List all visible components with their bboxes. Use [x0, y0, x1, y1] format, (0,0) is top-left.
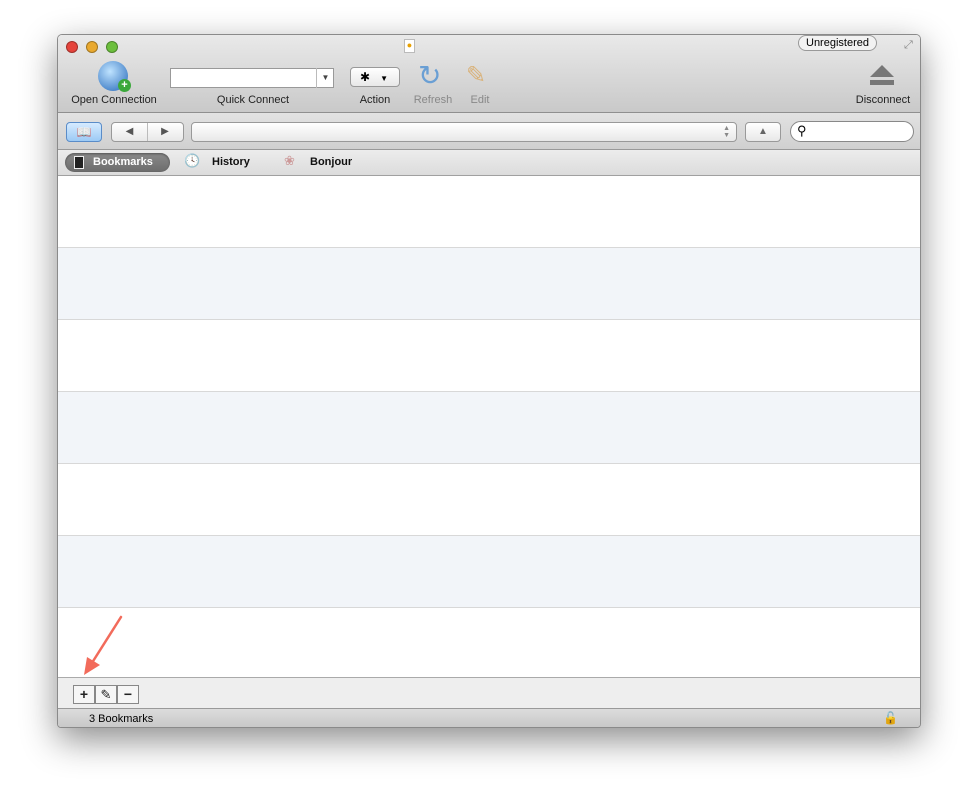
chevron-down-icon[interactable]: ▼	[316, 68, 334, 88]
action-button[interactable]: ✱ ▼	[350, 67, 400, 87]
zoom-button[interactable]	[106, 41, 118, 53]
toolbar: ● Unregistered ⤢ + Open Connection ▼ Qui…	[58, 35, 920, 113]
bookmark-icon	[74, 156, 84, 169]
document-duck-icon: ●	[404, 39, 415, 53]
unregistered-badge[interactable]: Unregistered	[798, 35, 877, 51]
bookmark-row[interactable]	[58, 320, 920, 392]
book-icon: 📖	[76, 125, 92, 139]
status-bar: 3 Bookmarks 🔓	[58, 709, 920, 727]
bookmark-row[interactable]	[58, 176, 920, 248]
bookmarks-toggle-button[interactable]: 📖	[66, 122, 102, 142]
edit-label[interactable]: Edit	[460, 94, 500, 106]
clock-icon[interactable]: 🕓	[184, 153, 200, 169]
history-navigation: ◀ ▶	[111, 122, 184, 142]
empty-row	[58, 392, 920, 464]
tab-bookmarks[interactable]: Bookmarks	[65, 153, 170, 172]
add-bookmark-button[interactable]: +	[73, 685, 95, 704]
bonjour-icon[interactable]: ❀	[284, 153, 295, 169]
fullscreen-icon[interactable]: ⤢	[904, 39, 913, 52]
pencil-icon: ✎	[100, 687, 112, 702]
navigation-bar: 📖 ◀ ▶ ▲ ▼ ▲ ⚲	[58, 113, 920, 150]
annotation-arrow	[84, 615, 123, 675]
tab-bonjour[interactable]: Bonjour	[310, 156, 352, 168]
pencil-icon[interactable]: ✎	[466, 61, 486, 90]
bookmark-actions-bar: + ✎ −	[58, 677, 920, 709]
eject-icon[interactable]	[870, 65, 894, 77]
unlocked-icon: 🔓	[883, 711, 898, 725]
empty-row	[58, 536, 920, 608]
remove-bookmark-button[interactable]: −	[117, 685, 139, 704]
quick-connect-input[interactable]	[170, 68, 334, 88]
parent-directory-button[interactable]: ▲	[745, 122, 781, 142]
edit-bookmark-button[interactable]: ✎	[95, 685, 117, 704]
refresh-label[interactable]: Refresh	[408, 94, 458, 106]
search-icon: ⚲	[797, 123, 807, 138]
gear-icon: ✱	[360, 70, 371, 84]
chevron-down-icon: ▼	[380, 74, 388, 83]
refresh-icon[interactable]: ↻	[418, 61, 441, 91]
search-input[interactable]: ⚲	[790, 121, 914, 142]
tab-bookmarks-label: Bookmarks	[93, 156, 153, 168]
open-connection-label[interactable]: Open Connection	[62, 94, 166, 106]
cyberduck-window: ● Unregistered ⤢ + Open Connection ▼ Qui…	[57, 34, 921, 728]
quick-connect-label: Quick Connect	[216, 94, 290, 106]
empty-row	[58, 608, 920, 680]
minimize-button[interactable]	[86, 41, 98, 53]
forward-button[interactable]: ▶	[148, 123, 182, 141]
path-select[interactable]: ▲ ▼	[191, 122, 737, 142]
bookmark-list	[58, 176, 920, 677]
tab-history[interactable]: History	[212, 156, 250, 168]
disconnect-label[interactable]: Disconnect	[848, 94, 918, 106]
action-label: Action	[359, 94, 391, 106]
bookmark-row[interactable]	[58, 248, 920, 320]
back-button[interactable]: ◀	[112, 123, 148, 141]
status-text: 3 Bookmarks	[89, 713, 154, 725]
close-button[interactable]	[66, 41, 78, 53]
empty-row	[58, 464, 920, 536]
browser-tabs: Bookmarks 🕓 History ❀ Bonjour	[58, 150, 920, 176]
